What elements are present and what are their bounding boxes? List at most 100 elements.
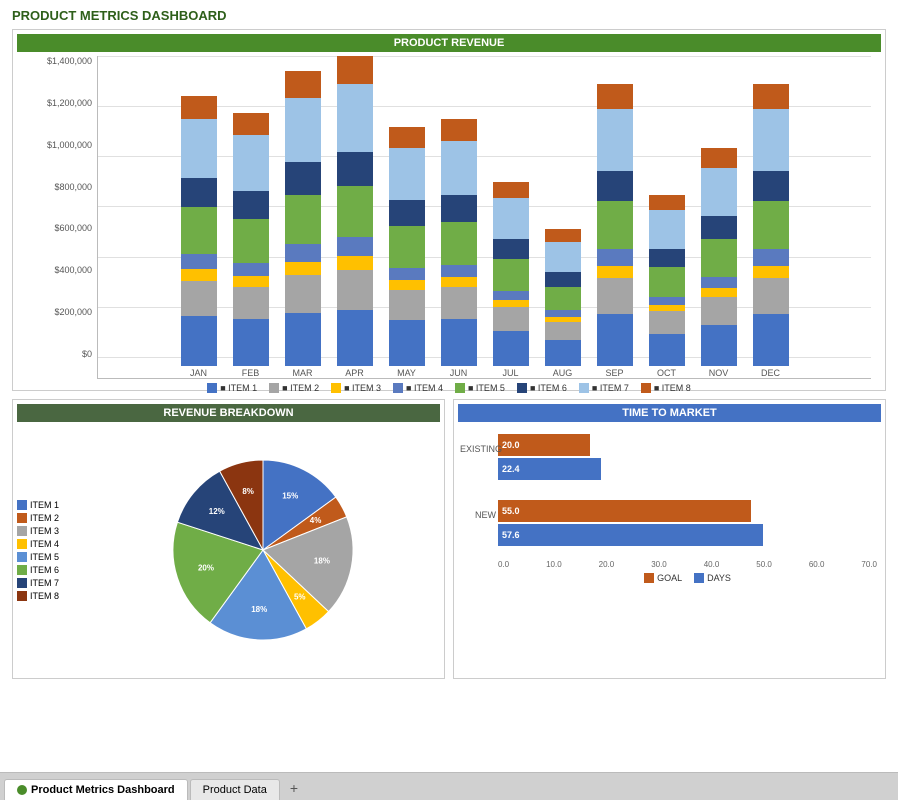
stacked-bar-jul[interactable] (493, 182, 529, 366)
legend-item-item-2: ■ ITEM 2 (269, 383, 319, 393)
bar-segment-item5 (493, 259, 529, 291)
bar-segment-item6 (233, 191, 269, 219)
bar-segment-item7 (337, 84, 373, 151)
legend-label-item2: ■ ITEM 2 (282, 383, 319, 393)
pie-chart: 15%4%18%5%18%20%12%8% (163, 450, 363, 650)
bar-segment-item2 (181, 281, 217, 316)
stacked-bar-feb[interactable] (233, 113, 269, 366)
pie-legend-item-5: ITEM 6 (17, 565, 77, 575)
bar-month-nov: NOV (694, 148, 744, 378)
tab-add-button[interactable]: + (282, 776, 306, 800)
month-label-sep: SEP (605, 368, 623, 378)
bar-segment-item2 (701, 297, 737, 325)
bar-segment-item5 (389, 226, 425, 268)
ttm-existing-goal-row: 20.0 (498, 434, 877, 456)
stacked-bar-dec[interactable] (753, 84, 789, 366)
month-label-mar: MAR (293, 368, 313, 378)
ttm-new-days-row: 57.6 (498, 524, 877, 546)
month-label-oct: OCT (657, 368, 676, 378)
bar-segment-item3 (337, 256, 373, 270)
stacked-bar-nov[interactable] (701, 148, 737, 366)
stacked-bar-mar[interactable] (285, 71, 321, 366)
ttm-x-label: 30.0 (651, 560, 667, 569)
ttm-x-label: 10.0 (546, 560, 562, 569)
ttm-x-label: 40.0 (704, 560, 720, 569)
legend-label-item6: ■ ITEM 6 (530, 383, 567, 393)
bar-segment-item3 (493, 300, 529, 307)
pie-label-7: 8% (242, 487, 254, 496)
tab-active-indicator (17, 785, 27, 795)
bar-segment-item7 (493, 198, 529, 239)
bar-segment-item5 (753, 201, 789, 249)
stacked-bar-apr[interactable] (337, 56, 373, 366)
stacked-bar-may[interactable] (389, 127, 425, 366)
stacked-bar-sep[interactable] (597, 84, 633, 366)
pie-legend-color-5 (17, 565, 27, 575)
pie-label-4: 18% (251, 605, 267, 614)
month-label-jun: JUN (450, 368, 468, 378)
ttm-existing-group: EXISTING20.022.4 (498, 434, 877, 480)
bar-segment-item2 (389, 290, 425, 321)
bar-segment-item3 (233, 276, 269, 287)
ttm-new-goal-bar: 55.0 (498, 500, 751, 522)
bar-month-may: MAY (382, 127, 432, 378)
ttm-new-group: NEW55.057.6 (498, 500, 877, 546)
stacked-bar-jun[interactable] (441, 119, 477, 366)
legend-color-item7 (579, 383, 589, 393)
ttm-x-label: 0.0 (498, 560, 509, 569)
bar-segment-item2 (597, 278, 633, 314)
pie-legend-color-3 (17, 539, 27, 549)
bar-segment-item6 (181, 178, 217, 207)
month-label-dec: DEC (761, 368, 780, 378)
bar-segment-item4 (233, 263, 269, 276)
ttm-new-days-bar: 57.6 (498, 524, 763, 546)
bar-segment-item5 (337, 186, 373, 238)
month-label-nov: NOV (709, 368, 729, 378)
bar-segment-item2 (493, 307, 529, 330)
bar-segment-item6 (753, 171, 789, 202)
bar-segment-item8 (389, 127, 425, 148)
bar-month-mar: MAR (278, 71, 328, 378)
bar-segment-item6 (285, 162, 321, 194)
pie-legend-color-6 (17, 578, 27, 588)
ttm-x-label: 70.0 (861, 560, 877, 569)
bar-segment-item2 (441, 287, 477, 319)
bar-month-feb: FEB (226, 113, 276, 378)
bar-chart-area: $0 $200,000 $400,000 $600,000 $800,000 $… (17, 56, 881, 386)
bar-segment-item8 (233, 113, 269, 135)
ttm-legend-color-days (694, 573, 704, 583)
bar-segment-item8 (493, 182, 529, 198)
bar-segment-item8 (701, 148, 737, 167)
bar-segment-item8 (649, 195, 685, 210)
legend-label-item3: ■ ITEM 3 (344, 383, 381, 393)
bar-segment-item4 (181, 254, 217, 269)
stacked-bar-oct[interactable] (649, 195, 685, 366)
bar-segment-item6 (597, 171, 633, 202)
bar-segment-item8 (753, 84, 789, 109)
bar-segment-item4 (753, 249, 789, 265)
y-axis: $0 $200,000 $400,000 $600,000 $800,000 $… (27, 56, 97, 379)
ttm-legend-item-days: DAYS (694, 573, 731, 583)
bar-segment-item4 (493, 291, 529, 300)
bar-segment-item4 (285, 244, 321, 262)
bars-group: JANFEBMARAPRMAYJUNJULAUGSEPOCTNOVDEC (98, 56, 871, 378)
ttm-new-label: NEW (460, 510, 496, 520)
legend-item-item-3: ■ ITEM 3 (331, 383, 381, 393)
bar-segment-item1 (753, 314, 789, 366)
tab-product-data-label: Product Data (203, 784, 267, 796)
bar-segment-item6 (389, 200, 425, 226)
month-label-jul: JUL (502, 368, 518, 378)
stacked-bar-aug[interactable] (545, 229, 581, 366)
bar-segment-item1 (493, 331, 529, 366)
bar-segment-item6 (337, 152, 373, 186)
stacked-bar-jan[interactable] (181, 96, 217, 366)
revenue-chart-container: PRODUCT REVENUE $0 $200,000 $400,000 $60… (12, 29, 886, 391)
bar-segment-item4 (649, 297, 685, 305)
breakdown-content: ITEM 1ITEM 2ITEM 3ITEM 4ITEM 5ITEM 6ITEM… (17, 426, 440, 674)
pie-legend-label-0: ITEM 1 (30, 500, 59, 510)
bar-segment-item3 (441, 277, 477, 287)
pie-legend-color-0 (17, 500, 27, 510)
tab-product-data[interactable]: Product Data (190, 779, 280, 800)
tab-product-metrics-dashboard[interactable]: Product Metrics Dashboard (4, 779, 188, 800)
legend-item-item-6: ■ ITEM 6 (517, 383, 567, 393)
